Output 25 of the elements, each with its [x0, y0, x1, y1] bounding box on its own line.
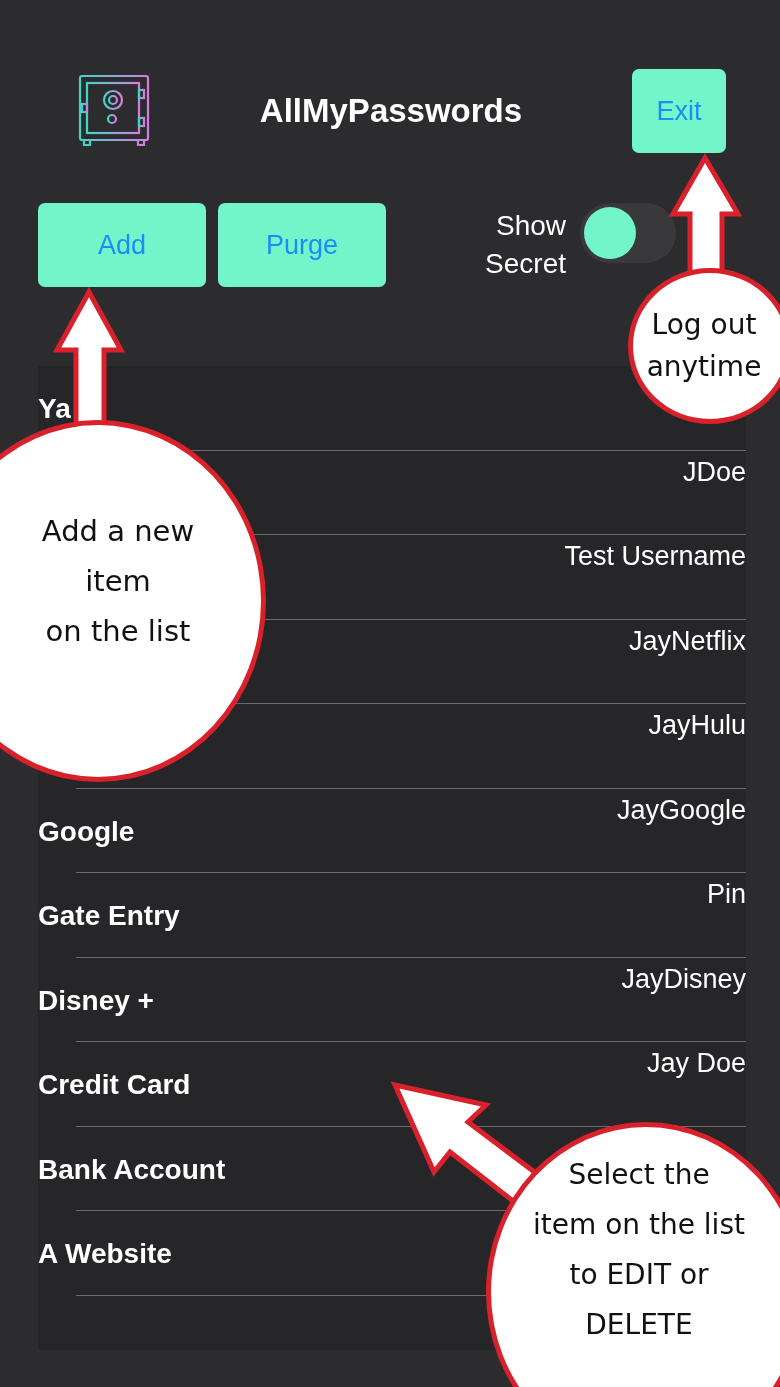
entry-username: JDoe [682, 456, 746, 488]
callout-text: Select the item on the list to EDIT or DELETE [533, 1156, 745, 1343]
action-button[interactable]: Add [38, 203, 206, 287]
entry-name: Gate Entry [38, 900, 180, 933]
entry-name: Ya [38, 393, 71, 426]
callout-text: Log out anytime [646, 307, 762, 385]
entry-name: Credit Card [38, 1069, 191, 1102]
entry-username: Test Username [564, 541, 746, 572]
entry-name: Disney + [38, 984, 154, 1017]
app-title: AllMyPasswords [259, 92, 523, 130]
toggle-switch[interactable] [580, 203, 676, 263]
safe-icon [78, 74, 150, 148]
entry-username: Jay Doe [646, 1048, 746, 1079]
entry-name: Google [38, 815, 135, 848]
entry-username: JayNetflix [628, 625, 746, 657]
entry-name: A Website [38, 1238, 172, 1271]
entry-name: Bank Account [38, 1153, 226, 1186]
entry-username: JayHulu [648, 710, 746, 741]
entry-username: JayDisney [621, 963, 746, 995]
toggle-label: Show Secret [484, 209, 566, 281]
exit-button[interactable]: Exit [632, 69, 726, 153]
action-button[interactable]: Purge [218, 203, 386, 287]
entry-username: Pin [706, 879, 746, 910]
entry-username: JayGoogle [616, 794, 746, 826]
callout-text: Add a new item on the list [41, 513, 195, 650]
